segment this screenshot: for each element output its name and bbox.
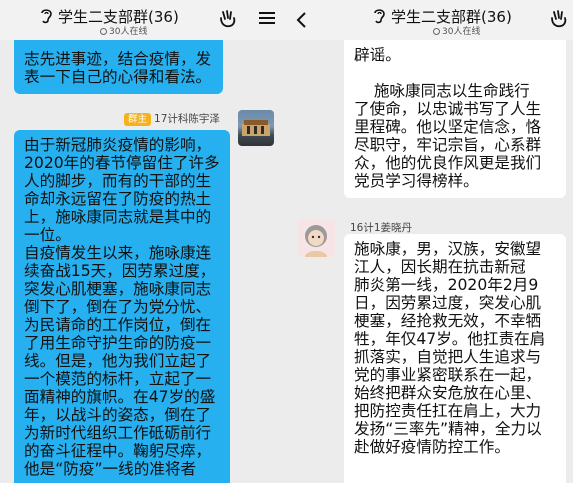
message-text-line: 为新时代组织工作砥砺前行	[24, 424, 212, 442]
message-text-line: 日，因劳累过度，突发心肌	[354, 294, 542, 312]
left-chat-pane: 志先进事迹，结合疫情，发 表一下自己的心得和看法。 学生二支部群(36) 30人在…	[0, 0, 287, 483]
message-text-line: 一个模范的标杆，立起了一	[24, 370, 212, 388]
message-text-line: 上，施咏康同志就是其中的	[24, 208, 212, 226]
message-text-line: 肺炎第一线，2020年2月9	[354, 276, 539, 294]
online-icon	[433, 28, 440, 35]
message-text-line: 续奋战15天，因劳累过度，	[24, 262, 216, 280]
sender-label: 16计1姜晓丹	[350, 222, 413, 234]
message-text-line: 他是“防疫”一线的准将者	[24, 460, 197, 478]
message-text-line: 年，以战斗的姿态，倒在了	[24, 406, 212, 424]
online-count: 30人在线	[100, 24, 147, 37]
owner-badge: 群主	[124, 113, 152, 126]
right-chat-pane: 辟谣。 施咏康同志以生命践行 了使命，以忠诚书写了人生 里程碑。他以坚定信念，恪 尽职…	[287, 0, 573, 483]
emoji-icon[interactable]	[218, 9, 238, 33]
message-text-line	[354, 64, 556, 82]
message-text-line: 施咏康同志以生命践行	[354, 82, 530, 100]
message-text-line: 江人，因长期在抗击新冠	[354, 258, 526, 276]
message-text-line: 自疫情发生以来，施咏康连	[24, 244, 212, 262]
message-text-line: 始终把群众安危放在心里、	[354, 384, 542, 402]
message-text-line: 众，他的优良作风更是我们	[354, 154, 542, 172]
message-text-line: 由于新冠肺炎疫情的影响，	[24, 136, 212, 154]
message-text-line: 命却永远留在了防疫的热土	[24, 190, 212, 208]
message-text-line: 赴做好疫情防控工作。	[354, 438, 510, 456]
message-text-line: 里程碑。他以坚定信念，恪	[354, 118, 542, 136]
message-text-line: 梗塞，经抢救无效，不幸牺	[354, 312, 542, 330]
menu-icon[interactable]	[258, 10, 276, 30]
message-text-line: 发扬“三率先”精神，全力以	[354, 420, 542, 438]
message-text-line: 施咏康，男，汉族，安徽望	[354, 240, 542, 258]
message-text-line: 了使命，以忠诚书写了人生	[354, 100, 542, 118]
message-text-line: 辟谣。	[354, 46, 401, 64]
message-text-line: 2020年的春节停留住了许多	[24, 154, 220, 172]
message-text-line: 了用生命守护生命的防疫一	[24, 334, 212, 352]
online-count: 30人在线	[433, 24, 480, 37]
message-bubble-top-right[interactable]: 辟谣。 施咏康同志以生命践行 了使命，以忠诚书写了人生 里程碑。他以坚定信念，恪 尽职…	[344, 28, 566, 198]
message-bubble-main-left[interactable]: 由于新冠肺炎疫情的影响， 2020年的春节停留住了许多 人的脚步，而有的干部的生 命却…	[14, 130, 230, 483]
message-text-line: 党员学习得榜样。	[354, 172, 479, 190]
ear-icon[interactable]	[40, 7, 53, 28]
chat-header-left: 学生二支部群(36) 30人在线	[0, 0, 287, 40]
message-text-line: 的奋斗征程中。鞠躬尽瘁，	[24, 442, 212, 460]
back-arrow-icon[interactable]	[295, 11, 307, 33]
message-text-line: 线。但是，他为我们立起了	[24, 352, 212, 370]
message-text-line: 人的脚步，而有的干部的生	[24, 172, 212, 190]
sender-avatar[interactable]	[297, 219, 335, 257]
message-text-line: 牲，年仅47岁。他扛责在肩	[354, 330, 546, 348]
message-text-line: 表一下自己的心得和看法。	[24, 68, 212, 86]
message-text-line: 党的事业紧密联系在一起，	[354, 366, 542, 384]
message-text-line: 倒下了，倒在了为党分忧、	[24, 298, 212, 316]
message-text-line: 突发心肌梗塞，施咏康同志	[24, 280, 212, 298]
message-text-line: 尽职守，牢记宗旨，心系群	[354, 136, 542, 154]
message-text-line: 抓落实，自觉把人生追求与	[354, 348, 542, 366]
online-icon	[100, 28, 107, 35]
message-bubble-second-right[interactable]: 施咏康，男，汉族，安徽望 江人，因长期在抗击新冠 肺炎第一线，2020年2月9 日，因…	[344, 234, 566, 483]
chat-header-right: 学生二支部群(36) 30人在线	[287, 0, 573, 40]
message-text-line: 面精神的旗帜。在47岁的盛	[24, 388, 216, 406]
message-text-line: 为民请命的工作岗位，倒在	[24, 316, 212, 334]
ear-icon[interactable]	[373, 7, 386, 28]
message-text-line: 一位。	[24, 226, 71, 244]
sender-avatar[interactable]	[238, 110, 274, 146]
sender-label: 群主 17计科陈宇泽	[124, 111, 220, 126]
emoji-icon[interactable]	[549, 9, 569, 33]
message-text-line: 志先进事迹，结合疫情，发	[24, 50, 212, 68]
message-text-line: 把防控责任扛在肩上，大力	[354, 402, 542, 420]
